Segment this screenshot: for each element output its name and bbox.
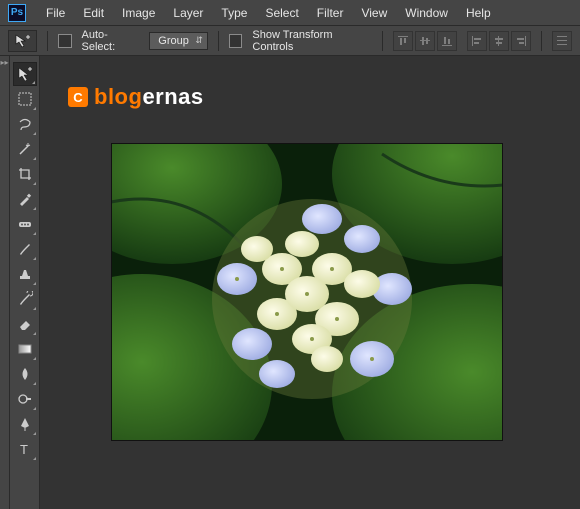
menu-edit[interactable]: Edit [75,3,112,23]
menu-filter[interactable]: Filter [309,3,352,23]
app-icon: Ps [8,4,26,22]
blur-tool[interactable] [13,362,37,386]
menu-help[interactable]: Help [458,3,499,23]
brush-tool[interactable] [13,237,37,261]
dodge-tool[interactable] [13,387,37,411]
healing-brush-tool[interactable] [13,212,37,236]
move-tool[interactable] [13,62,37,86]
watermark: C blogernas [68,84,204,110]
show-transform-checkbox[interactable] [229,34,243,48]
distribute-button[interactable] [552,31,572,51]
align-left-button[interactable] [467,31,487,51]
active-tool-indicator[interactable] [8,30,37,52]
auto-select-checkbox[interactable] [58,34,72,48]
document-image[interactable] [112,144,502,440]
pen-tool[interactable] [13,412,37,436]
marquee-tool[interactable] [13,87,37,111]
menu-type[interactable]: Type [213,3,255,23]
gradient-tool[interactable] [13,337,37,361]
align-group-horizontal [467,31,531,51]
menu-bar: Ps File Edit Image Layer Type Select Fil… [0,0,580,26]
auto-select-label: Auto-Select: [82,29,140,53]
align-group-vertical [393,31,457,51]
align-hcenter-button[interactable] [489,31,509,51]
canvas-area[interactable]: C blogernas [40,56,580,509]
svg-text:T: T [20,442,28,457]
eraser-tool[interactable] [13,312,37,336]
toolbox: T [10,56,40,509]
brand-text: blogernas [94,84,204,110]
menu-image[interactable]: Image [114,3,163,23]
separator [47,31,48,51]
crop-tool[interactable] [13,162,37,186]
type-tool[interactable]: T [13,437,37,461]
align-bottom-button[interactable] [437,31,457,51]
lasso-tool[interactable] [13,112,37,136]
separator [541,31,542,51]
brand-badge-icon: C [68,87,88,107]
magic-wand-tool[interactable] [13,137,37,161]
options-bar: Auto-Select: Group Show Transform Contro… [0,26,580,56]
menu-file[interactable]: File [38,3,73,23]
menu-view[interactable]: View [353,3,395,23]
distribute-group [552,31,572,51]
separator [218,31,219,51]
menu-select[interactable]: Select [257,3,306,23]
menu-window[interactable]: Window [397,3,456,23]
history-brush-tool[interactable] [13,287,37,311]
eyedropper-tool[interactable] [13,187,37,211]
panel-grip[interactable]: ▸▸ [0,56,10,509]
align-top-button[interactable] [393,31,413,51]
clone-stamp-tool[interactable] [13,262,37,286]
show-transform-label: Show Transform Controls [252,29,372,53]
align-vcenter-button[interactable] [415,31,435,51]
target-dropdown[interactable]: Group [149,32,208,50]
separator [382,31,383,51]
menu-layer[interactable]: Layer [165,3,211,23]
align-right-button[interactable] [511,31,531,51]
